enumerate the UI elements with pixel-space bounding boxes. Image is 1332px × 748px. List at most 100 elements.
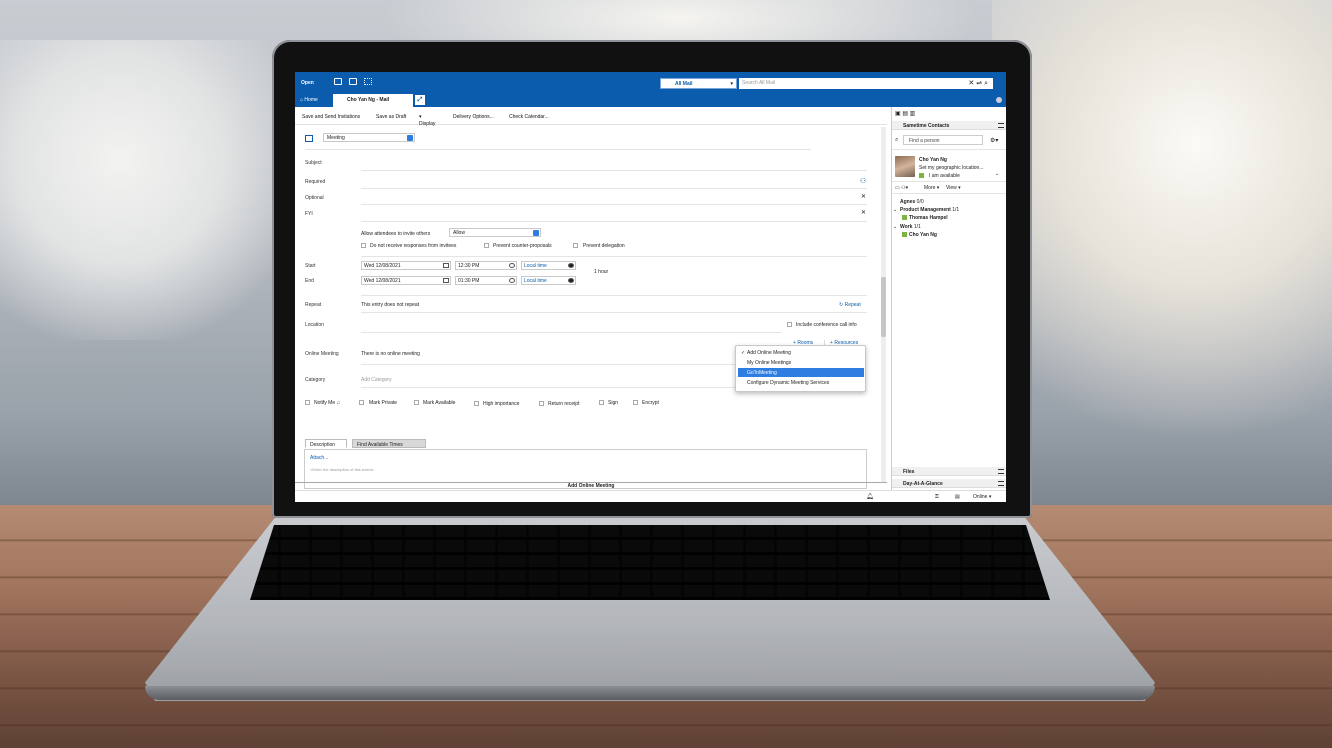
save-draft-button[interactable]: Save as Draft	[376, 114, 406, 120]
menu-icon[interactable]	[998, 481, 1004, 486]
menu-item-configure-services[interactable]: Configure Dynamic Meeting Services	[738, 378, 864, 387]
menu-item-my-online-meetings[interactable]: My Online Meetings	[738, 358, 864, 367]
menu-icon[interactable]	[998, 123, 1004, 128]
day-at-a-glance-header[interactable]: Day-At-A-Glance	[892, 479, 1006, 488]
time-picker-icon[interactable]	[509, 278, 515, 283]
subject-input[interactable]	[361, 170, 867, 171]
return-receipt-checkbox[interactable]	[539, 401, 544, 406]
encrypt-label: Encrypt	[642, 400, 659, 406]
prevent-delegation-checkbox[interactable]	[573, 243, 578, 248]
optional-input[interactable]	[361, 204, 867, 205]
check-icon: ✓	[741, 350, 746, 356]
end-date-field[interactable]: Wed 12/08/2021	[361, 276, 451, 285]
attach-link[interactable]: Attach...	[310, 455, 328, 461]
menu-icon[interactable]	[998, 469, 1004, 474]
fyi-input[interactable]	[361, 221, 867, 222]
prevent-counter-checkbox[interactable]	[484, 243, 489, 248]
tab-home[interactable]: ⌂ Home	[300, 97, 318, 103]
display-button[interactable]: Display ▾	[419, 114, 435, 127]
bell-icon[interactable]: 🔔︎	[866, 493, 874, 500]
tab-close-icon[interactable]: ⤢	[415, 95, 425, 105]
mark-available-checkbox[interactable]	[414, 400, 419, 405]
user-status[interactable]: I am available	[929, 173, 960, 179]
chat-icon[interactable]: ▭ ⚇▾	[895, 185, 908, 191]
globe-icon[interactable]	[568, 278, 574, 283]
key-icon[interactable]: ⚿	[935, 494, 939, 500]
delivery-options-button[interactable]: Delivery Options...	[453, 114, 494, 120]
form-scrollbar[interactable]	[881, 127, 886, 482]
date-picker-icon[interactable]	[443, 278, 449, 283]
remove-optional-icon[interactable]: ✕	[861, 193, 866, 200]
high-importance-checkbox[interactable]	[474, 401, 479, 406]
view-menu[interactable]: View ▾	[946, 185, 961, 191]
contact-thomas-hampel[interactable]: Thomas Hampel	[909, 215, 948, 221]
mail-icon[interactable]	[334, 78, 342, 85]
required-input[interactable]	[361, 188, 867, 189]
open-menu[interactable]: Open	[301, 80, 314, 86]
repeat-label: Repeat	[305, 302, 322, 308]
calendar-icon[interactable]	[349, 78, 357, 85]
remove-fyi-icon[interactable]: ✕	[861, 209, 866, 216]
tab-description[interactable]: Description	[305, 439, 347, 448]
save-send-button[interactable]: Save and Send Invitations	[302, 114, 360, 120]
start-date-field[interactable]: Wed 12/08/2021	[361, 261, 451, 270]
calendar-icon	[305, 135, 313, 142]
divider	[892, 149, 1006, 150]
tab-mail[interactable]: Cho Yan Ng - Mail ⤢	[333, 94, 425, 107]
find-person-placeholder: Find a person	[909, 138, 940, 144]
time-picker-icon[interactable]	[509, 263, 515, 268]
group-work[interactable]: Work 1/1	[900, 224, 921, 230]
find-person-input[interactable]: Find a person	[903, 135, 983, 145]
filter-icon[interactable]: ⇌	[976, 80, 984, 87]
network-icon[interactable]: ▤	[955, 494, 960, 500]
panel-tab-icons[interactable]: ▣ ▤ ▥	[895, 110, 915, 117]
check-calendar-button[interactable]: Check Calendar...	[509, 114, 549, 120]
encrypt-checkbox[interactable]	[633, 400, 638, 405]
gear-icon[interactable]: ⚙▾	[990, 137, 998, 144]
sign-checkbox[interactable]	[599, 400, 604, 405]
start-timezone-field[interactable]: Local time	[521, 261, 576, 270]
optional-label: Optional	[305, 195, 324, 201]
category-input[interactable]: Add Category	[361, 377, 392, 383]
apps-grid-icon[interactable]	[364, 78, 372, 85]
search-input[interactable]: Search All Mail ✕⇌⌕	[739, 78, 993, 89]
more-menu[interactable]: More ▾	[924, 185, 939, 191]
mail-scope-label: All Mail	[675, 81, 693, 87]
chevron-down-icon[interactable]: ⌄	[893, 224, 897, 230]
notify-me-checkbox[interactable]	[305, 400, 310, 405]
online-status-select[interactable]: Online ▾	[973, 494, 991, 500]
divider	[361, 364, 741, 365]
allow-invite-select[interactable]: Allow	[449, 228, 541, 237]
avatar[interactable]	[895, 156, 915, 177]
chevron-down-icon[interactable]: ⌄	[893, 207, 897, 213]
date-picker-icon[interactable]	[443, 263, 449, 268]
tab-find-available-times[interactable]: Find Available Times	[352, 439, 426, 448]
tab-description-label: Description	[310, 442, 336, 448]
online-meeting-label: Online Meeting	[305, 351, 339, 357]
user-location[interactable]: Set my geographic location...	[919, 165, 983, 171]
entry-type-select[interactable]: Meeting	[323, 133, 415, 142]
globe-icon[interactable]	[568, 263, 574, 268]
repeat-link[interactable]: ↻ Repeat	[839, 302, 861, 308]
mark-private-checkbox[interactable]	[359, 400, 364, 405]
search-icon[interactable]: ⌕	[984, 80, 990, 87]
contact-cho-yan-ng[interactable]: Cho Yan Ng	[909, 232, 937, 238]
duration-text: 1 hour	[594, 269, 609, 275]
end-timezone-field[interactable]: Local time	[521, 276, 576, 285]
scrollbar-thumb[interactable]	[881, 277, 886, 337]
menu-item-add-online-meeting[interactable]: ✓ Add Online Meeting	[738, 348, 864, 357]
group-product-management[interactable]: Product Management 1/1	[900, 207, 959, 213]
end-time-field[interactable]: 01:30 PM	[455, 276, 517, 285]
menu-item-gotomeeting[interactable]: GoToMeeting	[738, 368, 864, 377]
start-time-field[interactable]: 12:30 PM	[455, 261, 517, 270]
files-header[interactable]: Files	[892, 467, 1006, 476]
close-icon[interactable]	[996, 97, 1002, 103]
group-agnes[interactable]: Agnes 0/0	[900, 199, 924, 205]
expand-icon[interactable]: ⌄	[995, 171, 999, 177]
conference-checkbox[interactable]	[787, 322, 792, 327]
no-responses-checkbox[interactable]	[361, 243, 366, 248]
mail-scope-select[interactable]: All Mail ▾	[660, 78, 737, 89]
location-input[interactable]	[361, 332, 781, 333]
tab-find-label: Find Available Times	[357, 442, 403, 448]
add-person-icon[interactable]: ⚇	[860, 177, 866, 185]
